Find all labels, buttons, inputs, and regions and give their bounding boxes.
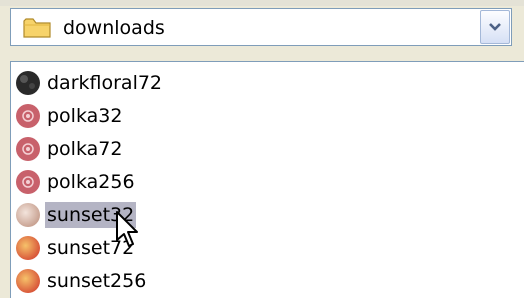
sunset-swatch-icon xyxy=(15,268,41,294)
sunset-swatch-icon xyxy=(15,235,41,261)
list-item[interactable]: sunset256 xyxy=(11,266,311,296)
folder-icon xyxy=(23,17,53,39)
list-item-selected[interactable]: sunset32 xyxy=(11,200,311,230)
file-name: sunset256 xyxy=(47,270,147,292)
file-name: darkfloral72 xyxy=(47,72,163,94)
dark-swatch-icon xyxy=(15,70,41,96)
separator xyxy=(0,50,524,60)
mouse-cursor-icon xyxy=(116,211,138,247)
folder-select-value: downloads xyxy=(63,17,165,39)
sunset-swatch-icon xyxy=(15,202,41,228)
chevron-down-icon xyxy=(489,23,501,31)
polka-swatch-icon xyxy=(15,169,41,195)
list-item[interactable]: polka72 xyxy=(11,134,311,164)
list-item[interactable]: darkfloral72 xyxy=(11,68,311,98)
file-name: polka256 xyxy=(47,171,135,193)
list-item[interactable]: sunset72 xyxy=(11,233,311,263)
window-top-strip xyxy=(0,0,524,6)
file-name: polka72 xyxy=(47,138,123,160)
list-item[interactable]: polka32 xyxy=(11,101,311,131)
file-list[interactable]: darkfloral72 polka32 polka72 polka256 su… xyxy=(10,61,524,298)
folder-select[interactable]: downloads xyxy=(10,8,512,46)
dropdown-button[interactable] xyxy=(480,10,510,44)
list-item[interactable]: polka256 xyxy=(11,167,311,197)
polka-swatch-icon xyxy=(15,103,41,129)
polka-swatch-icon xyxy=(15,136,41,162)
file-name: polka32 xyxy=(47,105,123,127)
